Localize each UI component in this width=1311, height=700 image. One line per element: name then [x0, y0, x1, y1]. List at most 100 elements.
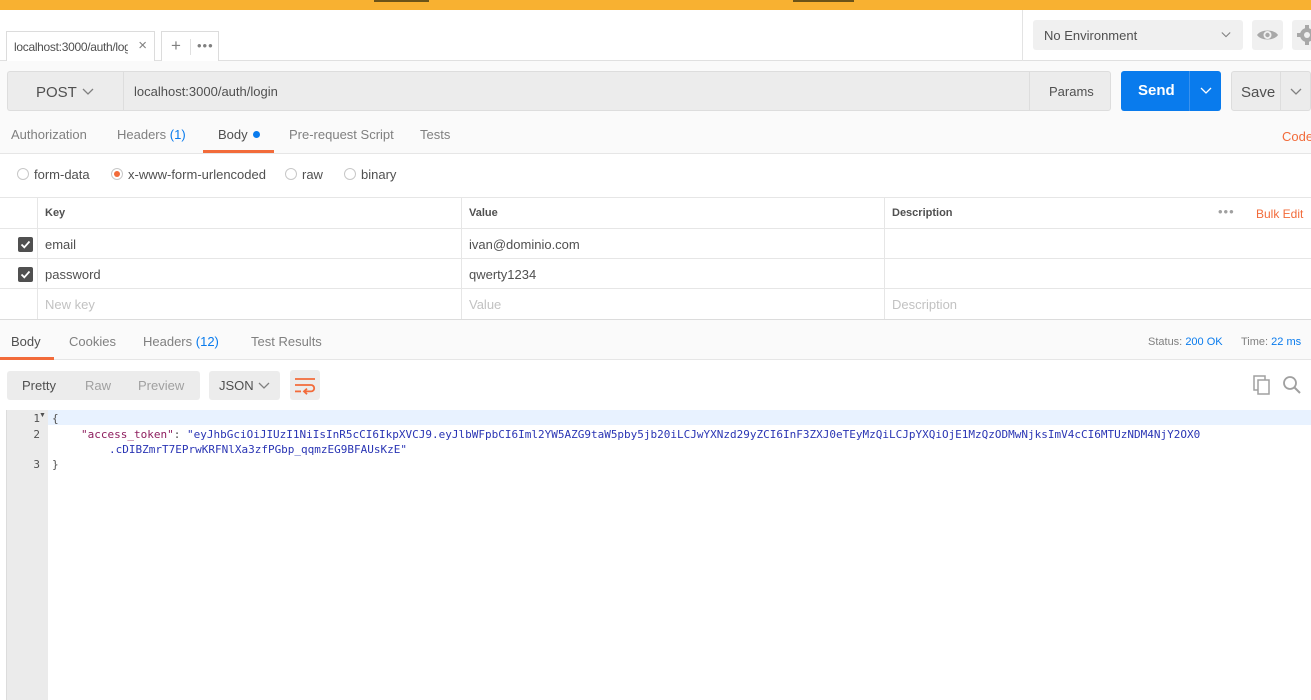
- send-button[interactable]: Send: [1121, 71, 1189, 111]
- tab-authorization[interactable]: Authorization: [11, 111, 87, 153]
- url-input[interactable]: localhost:3000/auth/login: [123, 71, 1030, 111]
- environment-select[interactable]: No Environment: [1033, 20, 1243, 50]
- json-key: "access_token": [81, 428, 174, 441]
- eye-icon: [1257, 30, 1278, 40]
- settings-button[interactable]: [1292, 20, 1311, 50]
- radio-label: raw: [302, 167, 323, 182]
- tab-tests[interactable]: Tests: [420, 111, 450, 153]
- checkbox-column: [0, 229, 38, 258]
- checkbox-column: [0, 198, 38, 228]
- key-value: password: [45, 267, 101, 282]
- fold-arrow-icon[interactable]: ▼: [39, 412, 46, 419]
- format-select[interactable]: JSON: [209, 371, 280, 400]
- json-value: "eyJhbGciOiJIUzI1NiIsInR5cCI6IkpXVCJ9.ey…: [186, 428, 1201, 441]
- tab-pre-request-script[interactable]: Pre-request Script: [289, 111, 394, 153]
- new-value-input[interactable]: Value: [462, 289, 885, 319]
- column-header-label: Key: [45, 207, 66, 219]
- column-header-key: Key: [38, 198, 462, 228]
- key-cell[interactable]: password: [38, 259, 462, 288]
- environment-quick-look-button[interactable]: [1252, 20, 1283, 50]
- tab-response-headers-label: Headers: [143, 334, 193, 349]
- column-header-value: Value: [462, 198, 885, 228]
- new-key-input[interactable]: New key: [38, 289, 462, 319]
- row-checkbox[interactable]: [18, 237, 33, 252]
- save-button-label: Save: [1241, 84, 1276, 101]
- table-row-new: New key Value Description: [0, 289, 1311, 319]
- column-header-label: Description: [892, 207, 953, 219]
- new-tab-icon[interactable]: +: [171, 36, 181, 56]
- view-raw-button[interactable]: Raw: [85, 378, 111, 393]
- json-value-continued: .cDIBZmrT7EPrwKRFNlXa3zfPGbp_qqmzEG9BFAU…: [109, 443, 408, 456]
- tab-response-headers[interactable]: Headers (12): [143, 320, 219, 364]
- save-options-button[interactable]: [1280, 71, 1311, 111]
- time-label: Time:: [1241, 336, 1269, 348]
- wrap-lines-button[interactable]: [290, 370, 320, 400]
- send-options-button[interactable]: [1189, 71, 1221, 111]
- tab-headers[interactable]: Headers (1): [117, 111, 186, 153]
- divider: [1022, 10, 1023, 61]
- banner-link-underline[interactable]: [374, 0, 429, 2]
- key-cell[interactable]: email: [38, 229, 462, 258]
- value-cell[interactable]: qwerty1234: [462, 259, 885, 288]
- modified-indicator: [252, 131, 260, 138]
- chevron-down-icon: [1200, 87, 1212, 94]
- params-table: Key Value Description ••• Bulk Edit emai…: [0, 197, 1311, 319]
- code-line-2: "access_token": "eyJhbGciOiJIUzI1NiIsInR…: [81, 428, 1200, 441]
- view-pretty-button[interactable]: Pretty: [22, 378, 56, 393]
- check-icon: [20, 270, 31, 279]
- row-checkbox[interactable]: [18, 267, 33, 282]
- tab-actions: + •••: [161, 31, 219, 61]
- view-mode-selector: Pretty Raw Preview: [7, 371, 200, 400]
- environment-select-value: No Environment: [1044, 28, 1138, 43]
- params-button[interactable]: Params: [1029, 71, 1111, 111]
- tab-test-results[interactable]: Test Results: [251, 320, 322, 364]
- line-number: 1: [33, 412, 40, 425]
- response-view-bar: Pretty Raw Preview JSON: [0, 360, 1311, 410]
- search-icon[interactable]: [1282, 375, 1302, 395]
- body-mode-selector: form-data x-www-form-urlencoded raw bina…: [0, 154, 1311, 197]
- wrap-lines-icon: [295, 378, 316, 395]
- status-label: Status:: [1148, 336, 1183, 348]
- checkbox-column: [0, 259, 38, 288]
- more-tabs-icon[interactable]: •••: [197, 38, 214, 53]
- tab-body[interactable]: Body: [218, 111, 260, 153]
- checkbox-column: [0, 289, 38, 319]
- copy-icon[interactable]: [1253, 375, 1271, 395]
- new-description-input[interactable]: Description: [885, 289, 1311, 319]
- method-select-value: POST: [36, 84, 77, 101]
- request-tab[interactable]: localhost:3000/auth/login ×: [6, 31, 155, 61]
- time-value: 22 ms: [1271, 336, 1302, 348]
- method-select[interactable]: POST: [7, 71, 123, 111]
- bulk-edit-link[interactable]: Bulk Edit: [1256, 207, 1303, 221]
- request-tabs: Authorization Headers (1) Body Pre-reque…: [0, 111, 1311, 154]
- divider: [190, 39, 191, 55]
- more-options-icon[interactable]: •••: [1218, 204, 1235, 219]
- check-icon: [20, 240, 31, 249]
- chevron-down-icon: [82, 88, 94, 95]
- radio-circle: [17, 168, 29, 180]
- response-body-editor[interactable]: 1 ▼ 2 3 { "access_token": "eyJhbGciOiJIU…: [6, 410, 1311, 700]
- active-tab-underline: [203, 150, 274, 153]
- radio-circle: [111, 168, 123, 180]
- tab-body-label: Body: [218, 127, 248, 142]
- value-value: ivan@dominio.com: [469, 237, 580, 252]
- value-cell[interactable]: ivan@dominio.com: [462, 229, 885, 258]
- view-preview-button[interactable]: Preview: [138, 378, 184, 393]
- radio-circle: [344, 168, 356, 180]
- tab-cookies[interactable]: Cookies: [69, 320, 116, 364]
- code-open-brace: {: [52, 412, 59, 425]
- banner-link-underline[interactable]: [793, 0, 854, 2]
- radio-label: binary: [361, 167, 397, 182]
- save-button[interactable]: Save: [1231, 71, 1281, 111]
- table-row: email ivan@dominio.com: [0, 229, 1311, 259]
- close-tab-icon[interactable]: ×: [138, 37, 147, 54]
- radio-label: x-www-form-urlencoded: [128, 167, 266, 182]
- time-indicator: Time: 22 ms: [1241, 320, 1301, 364]
- format-select-value: JSON: [219, 378, 254, 393]
- chevron-down-icon: [1290, 88, 1302, 95]
- params-button-label: Params: [1049, 84, 1094, 99]
- chevron-down-icon: [1221, 32, 1231, 38]
- description-cell[interactable]: [885, 259, 1311, 288]
- description-cell[interactable]: [885, 229, 1311, 258]
- column-header-label: Value: [469, 207, 498, 219]
